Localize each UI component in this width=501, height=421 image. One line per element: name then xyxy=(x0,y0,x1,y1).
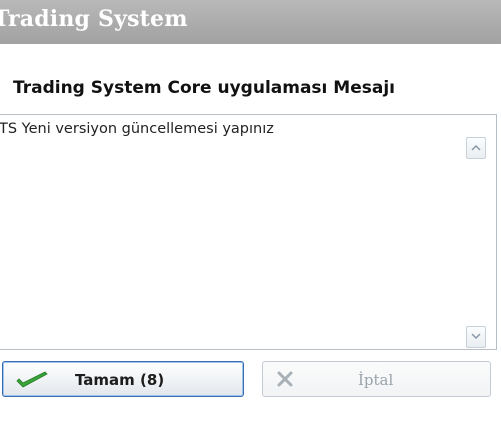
cancel-button-label: İptal xyxy=(358,371,394,389)
window-title: Trading System xyxy=(0,6,188,32)
dialog-heading: Trading System Core uygulaması Mesajı xyxy=(13,78,395,98)
message-textbox[interactable]: TS Yeni versiyon güncellemesi yapınız xyxy=(0,114,497,350)
chevron-down-icon xyxy=(471,333,481,340)
dialog-header: Trading System Core uygulaması Mesajı xyxy=(0,44,501,110)
cancel-button[interactable]: İptal xyxy=(262,361,491,397)
x-icon xyxy=(277,371,293,391)
scroll-up-button[interactable] xyxy=(466,137,486,159)
ok-button-label: Tamam (8) xyxy=(75,371,165,389)
message-text: TS Yeni versiyon güncellemesi yapınız xyxy=(0,121,274,137)
dialog-window: Trading System Trading System Core uygul… xyxy=(0,0,501,421)
scroll-down-button[interactable] xyxy=(466,326,486,348)
ok-button[interactable]: Tamam (8) xyxy=(2,361,244,397)
chevron-up-icon xyxy=(471,144,481,151)
vertical-scrollbar[interactable] xyxy=(466,127,486,349)
title-bar[interactable]: Trading System xyxy=(0,0,501,44)
checkmark-icon xyxy=(15,370,49,394)
